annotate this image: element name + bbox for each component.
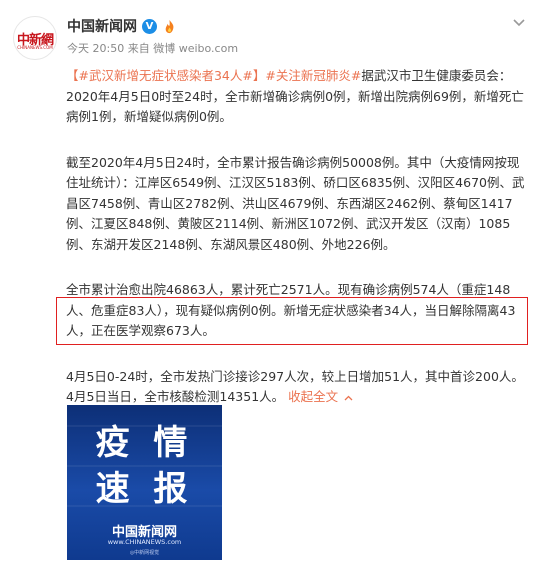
chevron-down-icon[interactable]	[512, 18, 526, 28]
verified-badge-icon: V	[142, 18, 157, 34]
source-prefix: 来自	[127, 42, 150, 55]
chevron-up-icon	[344, 395, 353, 401]
post-meta: 今天 20:50 来自 微博 weibo.com	[67, 40, 238, 56]
avatar-logo-sub: CHINANEWS.COM	[17, 45, 53, 50]
card-title-bottom: 速 报	[95, 469, 194, 509]
author-row: 中国新闻网 V	[67, 16, 177, 36]
card-footer: ◎中新网视觉	[129, 550, 160, 556]
paragraph-3: 全市累计治愈出院46863人，累计死亡2571人。现有确诊病例574人（重症14…	[66, 280, 526, 342]
post-time[interactable]: 今天 20:50	[67, 42, 124, 55]
card-title-top: 疫 情	[95, 423, 194, 463]
author-name[interactable]: 中国新闻网	[67, 16, 137, 36]
collapse-link[interactable]: 收起全文	[288, 389, 353, 404]
post-source[interactable]: 微博 weibo.com	[153, 42, 238, 55]
paragraph-3-line-3: 人，正在医学观察673人。	[66, 323, 215, 338]
paragraph-3-line-1: 全市累计治愈出院46863人，累计死亡2571人。现有确诊病例574人（重症14…	[66, 282, 511, 297]
paragraph-2: 截至2020年4月5日24时，全市累计报告确诊病例50008例。其中（大疫情网按…	[66, 154, 525, 252]
news-image-card[interactable]: 疫 情 速 报 中国新闻网 www.CHINANEWS.com ◎中新网视觉	[67, 405, 222, 560]
paragraph-1: 【#武汉新增无症状感染者34人#】#关注新冠肺炎#据武汉市卫生健康委员会：202…	[66, 66, 526, 128]
avatar[interactable]: 中新網 CHINANEWS.COM	[13, 16, 57, 60]
post-content: 【#武汉新增无症状感染者34人#】#关注新冠肺炎#据武汉市卫生健康委员会：202…	[66, 66, 526, 408]
fire-member-icon	[165, 19, 174, 33]
paragraph-4: 4月5日0-24时，全市发热门诊接诊297人次，较上日增加51人，其中首诊200…	[66, 367, 526, 408]
card-site: www.CHINANEWS.com	[107, 538, 182, 546]
topic-tag-wuhan[interactable]: 【#武汉新增无症状感染者34人#】	[66, 68, 265, 83]
topic-tag-covid[interactable]: #关注新冠肺炎#	[265, 68, 361, 83]
paragraph-3-line-2: 人、危重症83人），现有疑似病例0例。新增无症状感染者34人，当日解除隔离43	[66, 302, 516, 318]
collapse-label: 收起全文	[288, 389, 339, 404]
